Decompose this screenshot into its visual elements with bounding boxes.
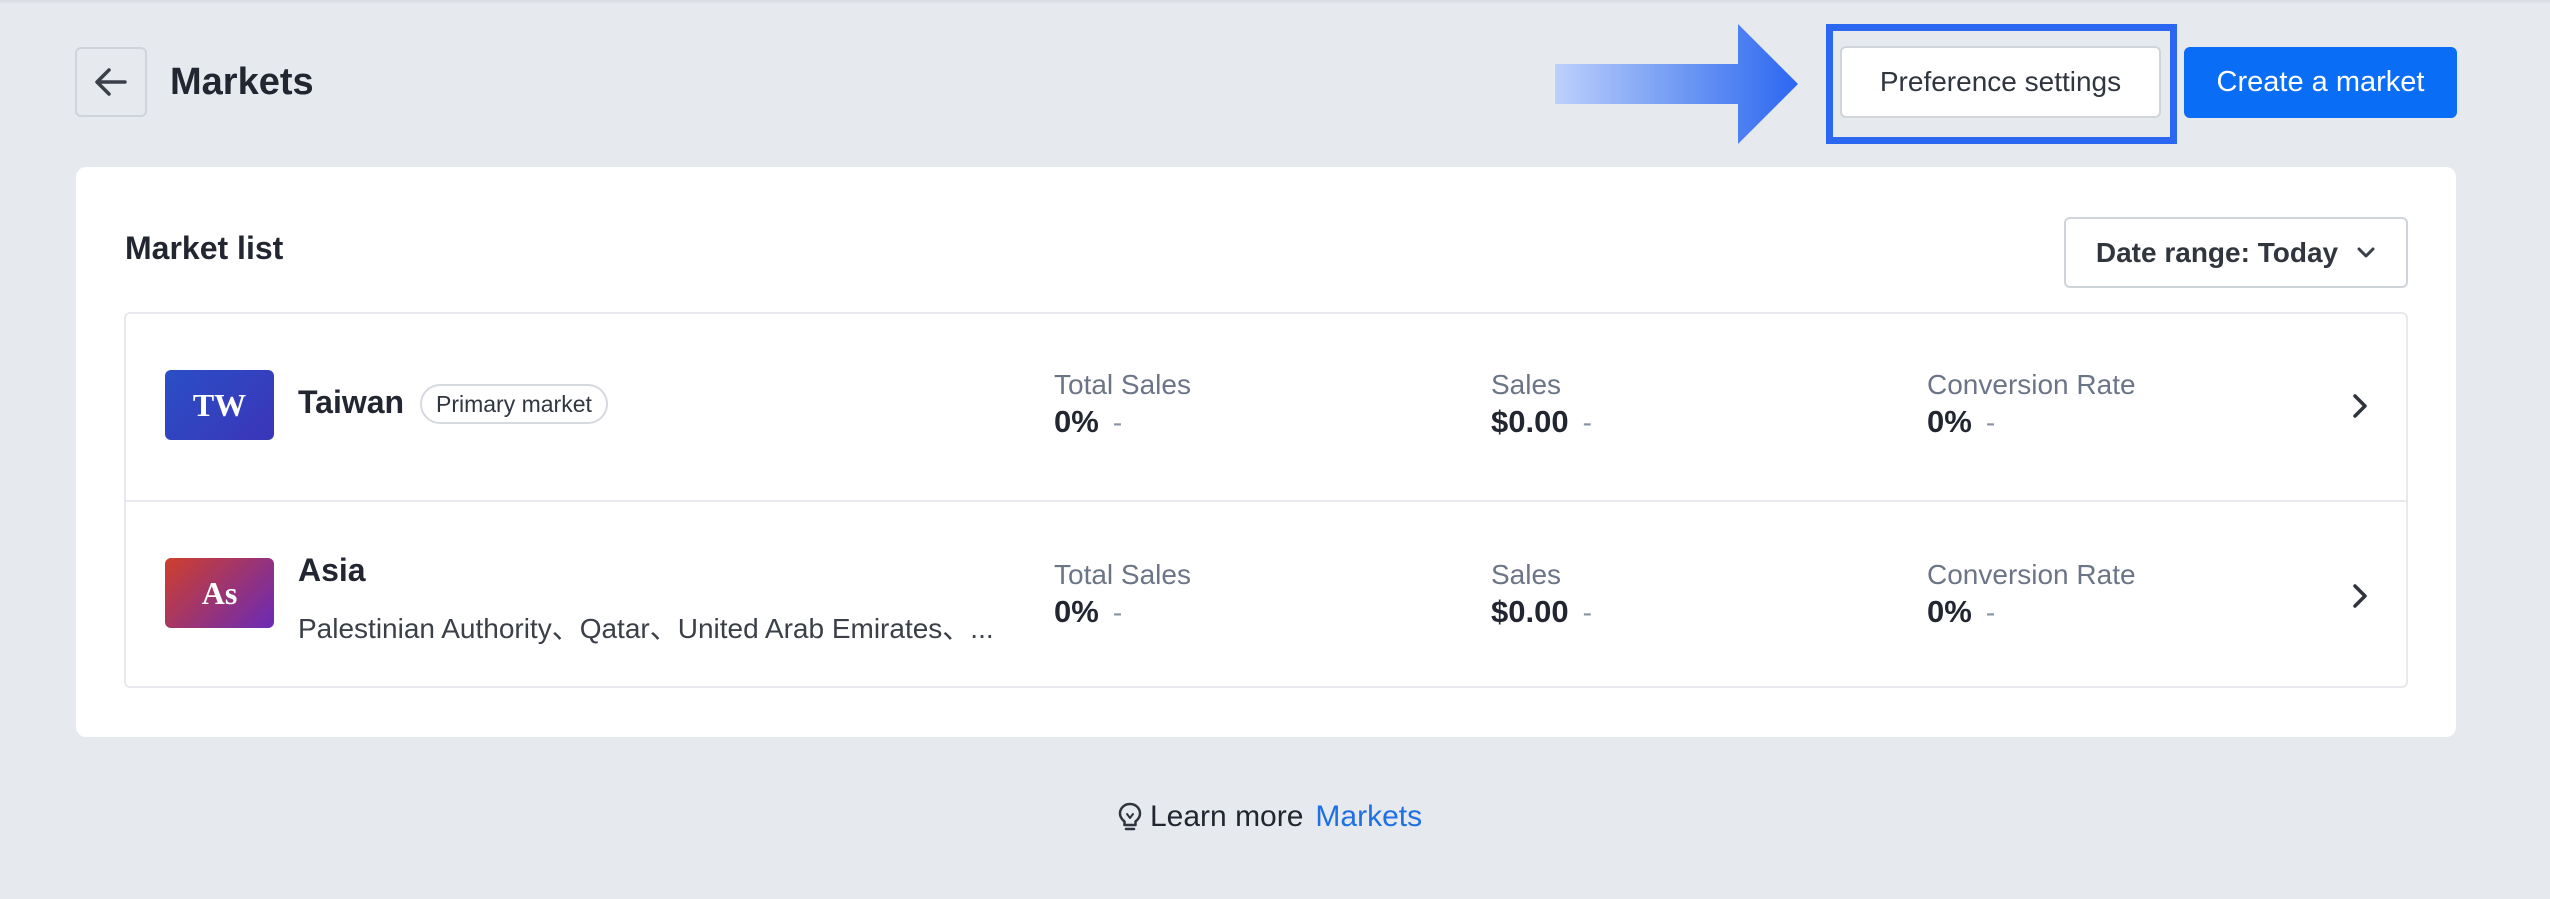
market-row-asia[interactable]: As Asia Palestinian Authority、Qatar、Unit…	[126, 500, 2406, 688]
metric-sales: Sales $0.00-	[1491, 368, 1592, 443]
top-shadow	[0, 0, 2550, 4]
metric-label: Sales	[1491, 369, 1562, 400]
market-list-title: Market list	[125, 230, 284, 266]
metric-label: Total Sales	[1054, 369, 1191, 400]
market-row-taiwan[interactable]: TW Taiwan Primary market Total Sales 0% -…	[126, 314, 2406, 500]
metric-conversion-rate: Conversion Rate 0% -	[1927, 558, 2136, 633]
metric-label: Sales	[1491, 559, 1562, 590]
back-button[interactable]	[75, 47, 147, 117]
metric-number: $0.00	[1491, 404, 1569, 439]
page-title: Markets	[170, 61, 314, 103]
metric-value: $0.00-	[1491, 402, 1592, 443]
preference-settings-button[interactable]: Preference settings	[1840, 46, 2161, 118]
create-market-button[interactable]: Create a market	[2184, 47, 2457, 118]
metric-sales: Sales $0.00-	[1491, 558, 1592, 633]
market-list-card: Market list Date range: Today TW Taiwan …	[76, 167, 2456, 737]
lightbulb-icon	[1118, 802, 1142, 831]
primary-market-badge: Primary market	[420, 384, 608, 424]
metric-change: -	[1985, 407, 1996, 438]
chevron-right-icon[interactable]	[2348, 581, 2372, 611]
learn-more: Learn more Markets	[1116, 800, 1422, 834]
metric-value: $0.00-	[1491, 592, 1592, 633]
metric-value: 0% -	[1927, 402, 2136, 443]
arrow-left-icon	[95, 68, 127, 96]
date-range-dropdown[interactable]: Date range: Today	[2064, 217, 2408, 288]
metric-label: Conversion Rate	[1927, 369, 2136, 400]
market-name: Asia	[298, 552, 366, 588]
metric-number: 0%	[1054, 404, 1099, 439]
markets-help-link[interactable]: Markets	[1315, 800, 1422, 834]
metric-label: Conversion Rate	[1927, 559, 2136, 590]
metric-total-sales: Total Sales 0% -	[1054, 558, 1191, 633]
metric-change: -	[1582, 407, 1592, 438]
metric-label: Total Sales	[1054, 559, 1191, 590]
metric-value: 0% -	[1927, 592, 2136, 633]
metric-change: -	[1112, 407, 1123, 438]
metric-total-sales: Total Sales 0% -	[1054, 368, 1191, 443]
market-regions: Palestinian Authority、Qatar、United Arab …	[298, 613, 994, 644]
metric-number: 0%	[1054, 594, 1099, 629]
pointer-arrow-icon	[1555, 24, 1798, 144]
metric-value: 0% -	[1054, 592, 1191, 633]
chevron-right-icon[interactable]	[2348, 391, 2372, 421]
market-name: Taiwan	[298, 384, 405, 420]
market-avatar: TW	[165, 370, 274, 440]
metric-number: 0%	[1927, 594, 1972, 629]
metric-change: -	[1582, 597, 1592, 628]
metric-change: -	[1112, 597, 1123, 628]
market-avatar: As	[165, 558, 274, 628]
market-table: TW Taiwan Primary market Total Sales 0% -…	[124, 312, 2408, 688]
metric-value: 0% -	[1054, 402, 1191, 443]
chevron-down-icon	[2357, 247, 2375, 257]
metric-number: $0.00	[1491, 594, 1569, 629]
learn-more-text: Learn more	[1150, 800, 1304, 833]
metric-conversion-rate: Conversion Rate 0% -	[1927, 368, 2136, 443]
metric-number: 0%	[1927, 404, 1972, 439]
date-range-label: Date range: Today	[2095, 236, 2339, 268]
metric-change: -	[1985, 597, 1996, 628]
